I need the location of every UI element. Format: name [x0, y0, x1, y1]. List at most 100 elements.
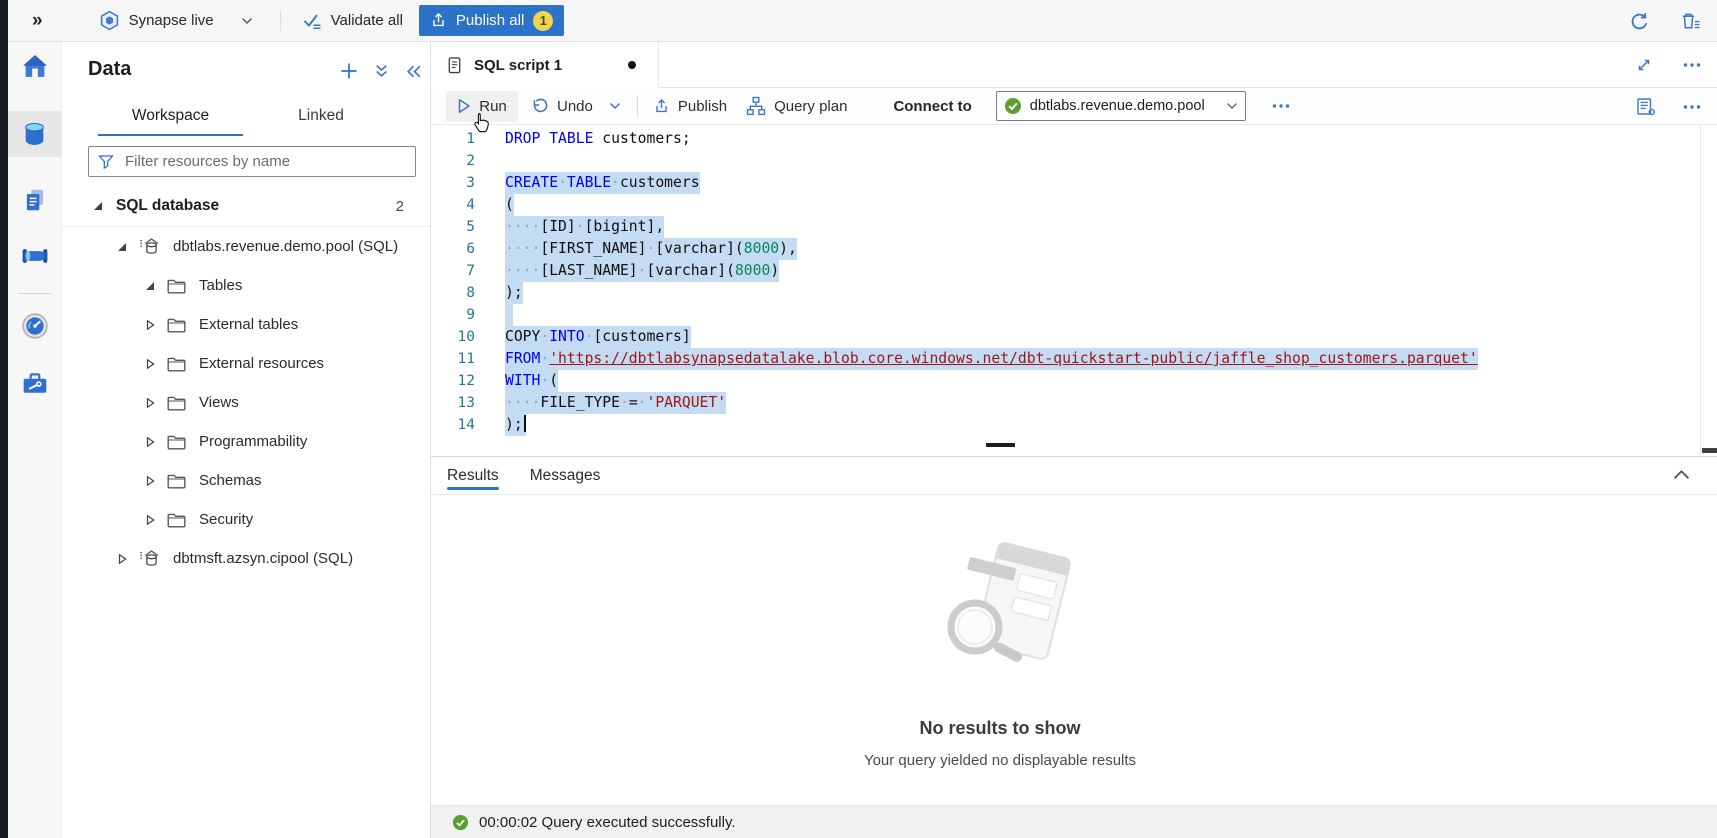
- caret-collapsed-icon[interactable]: [145, 437, 155, 447]
- line-number: 2: [431, 150, 475, 172]
- mode-switcher[interactable]: Synapse live: [129, 12, 214, 29]
- tree-item[interactable]: Tables: [62, 266, 430, 305]
- results-tab-bar: Results Messages: [431, 456, 1717, 495]
- editor-more-icon[interactable]: [1683, 104, 1701, 110]
- code-line[interactable]: 12WITH·(: [431, 370, 1691, 392]
- validate-check-icon: [302, 12, 322, 30]
- filter-input[interactable]: [123, 152, 406, 171]
- line-number: 8: [431, 282, 475, 304]
- rail-divider: [18, 293, 51, 294]
- undo-button[interactable]: Undo: [531, 97, 593, 115]
- tree-item[interactable]: External resources: [62, 344, 430, 383]
- sql-editor[interactable]: 1DROP TABLE customers;23CREATE·TABLE·cus…: [431, 125, 1717, 456]
- code-line[interactable]: 5····[ID]·[bigint],: [431, 216, 1691, 238]
- tree-item[interactable]: Programmability: [62, 422, 430, 461]
- caret-collapsed-icon[interactable]: [145, 320, 155, 330]
- code-line[interactable]: 10COPY·INTO·[customers]: [431, 326, 1691, 348]
- nav-monitor[interactable]: [8, 303, 61, 349]
- tab-linked[interactable]: Linked: [262, 98, 380, 134]
- code-line[interactable]: 14);: [431, 414, 1691, 436]
- line-number: 12: [431, 370, 475, 392]
- code-line[interactable]: 7····[LAST_NAME]·[varchar](8000): [431, 260, 1691, 282]
- pool-status-check-icon: [1004, 97, 1022, 115]
- discard-trash-icon[interactable]: [1680, 11, 1701, 32]
- sql-script-icon: [446, 56, 463, 75]
- run-play-icon: [457, 98, 471, 114]
- validate-all-button[interactable]: Validate all: [296, 8, 409, 34]
- caret-collapsed-icon[interactable]: [145, 398, 155, 408]
- tree-item[interactable]: Schemas: [62, 461, 430, 500]
- collapse-results-chevron-icon[interactable]: [1673, 469, 1690, 480]
- expand-all-icon[interactable]: [374, 64, 389, 79]
- pool-chevron-down-icon: [1226, 102, 1238, 110]
- toolbar-separator: [637, 96, 638, 117]
- tab-messages[interactable]: Messages: [530, 457, 601, 494]
- line-number: 5: [431, 216, 475, 238]
- expand-editor-icon[interactable]: [1635, 56, 1653, 74]
- toolbar-overflow-icon[interactable]: [1272, 103, 1290, 109]
- code-line[interactable]: 8);: [431, 282, 1691, 304]
- nav-develop[interactable]: [8, 177, 61, 223]
- tree-item[interactable]: dbtmsft.azsyn.cipool (SQL): [62, 539, 430, 578]
- caret-expanded-icon[interactable]: [117, 242, 127, 252]
- code-line[interactable]: 9: [431, 304, 1691, 326]
- caret-expanded-icon[interactable]: [93, 201, 103, 211]
- code-line[interactable]: 6····[FIRST_NAME]·[varchar](8000),: [431, 238, 1691, 260]
- tree-section-sql-database[interactable]: SQL database 2: [62, 186, 430, 227]
- publish-all-button[interactable]: Publish all 1: [419, 5, 564, 36]
- folder-icon: [167, 512, 187, 528]
- tab-more-icon[interactable]: [1683, 62, 1701, 68]
- tree-item-label: dbtmsft.azsyn.cipool (SQL): [173, 550, 353, 567]
- caret-collapsed-icon[interactable]: [117, 554, 127, 564]
- code-line[interactable]: 3CREATE·TABLE·customers: [431, 172, 1691, 194]
- main-content: SQL script 1 Run Undo: [430, 42, 1717, 838]
- folder-icon: [167, 395, 187, 411]
- folder-icon: [167, 278, 187, 294]
- run-options-chevron-icon[interactable]: [609, 102, 621, 110]
- code-line[interactable]: 11FROM·'https://dbtlabsynapsedatalake.bl…: [431, 348, 1691, 370]
- top-command-bar: » Synapse live Validate all Publish all …: [8, 0, 1717, 42]
- line-number: 7: [431, 260, 475, 282]
- tree-item[interactable]: Security: [62, 500, 430, 539]
- tab-sql-script-1[interactable]: SQL script 1: [431, 42, 659, 88]
- publish-all-icon: [430, 12, 447, 29]
- expand-menu-icon[interactable]: »: [32, 10, 41, 32]
- tab-results[interactable]: Results: [447, 457, 499, 494]
- nav-integrate[interactable]: [8, 233, 61, 279]
- publish-count-badge: 1: [533, 11, 553, 31]
- pool-selector-dropdown[interactable]: dbtlabs.revenue.demo.pool: [996, 91, 1246, 121]
- refresh-icon[interactable]: [1629, 11, 1650, 32]
- folder-icon: [167, 317, 187, 333]
- nav-home[interactable]: [8, 43, 61, 89]
- view-settings-icon[interactable]: [1635, 97, 1657, 117]
- nav-data[interactable]: [8, 111, 61, 157]
- publish-button[interactable]: Publish: [653, 98, 727, 115]
- caret-expanded-icon[interactable]: [145, 281, 155, 291]
- filter-box[interactable]: [88, 146, 416, 177]
- tree-item[interactable]: External tables: [62, 305, 430, 344]
- mode-chevron-down-icon[interactable]: [241, 17, 253, 25]
- collapse-panel-icon[interactable]: [405, 64, 422, 79]
- code-line[interactable]: 1DROP TABLE customers;: [431, 128, 1691, 150]
- tree-item-label: Security: [199, 511, 253, 528]
- tab-workspace[interactable]: Workspace: [98, 98, 243, 134]
- tree-item-label: External tables: [199, 316, 298, 333]
- caret-collapsed-icon[interactable]: [145, 515, 155, 525]
- code-line[interactable]: 13····FILE_TYPE·=·'PARQUET': [431, 392, 1691, 414]
- results-resize-handle[interactable]: [986, 443, 1015, 447]
- manage-toolbox-icon: [21, 370, 49, 396]
- line-number: 14: [431, 414, 475, 436]
- nav-manage[interactable]: [8, 360, 61, 406]
- code-line[interactable]: 4(: [431, 194, 1691, 216]
- horizontal-scrollbar-thumb[interactable]: [1702, 448, 1717, 453]
- caret-collapsed-icon[interactable]: [145, 359, 155, 369]
- code-line[interactable]: 2: [431, 150, 1691, 172]
- add-resource-icon[interactable]: [340, 62, 358, 80]
- caret-collapsed-icon[interactable]: [145, 476, 155, 486]
- query-plan-button[interactable]: Query plan: [746, 96, 847, 116]
- tree-item[interactable]: Views: [62, 383, 430, 422]
- left-nav-rail: [8, 42, 62, 838]
- mouse-cursor: [473, 112, 491, 133]
- synapse-mode-icon: [99, 10, 120, 31]
- tree-item[interactable]: dbtlabs.revenue.demo.pool (SQL): [62, 227, 430, 266]
